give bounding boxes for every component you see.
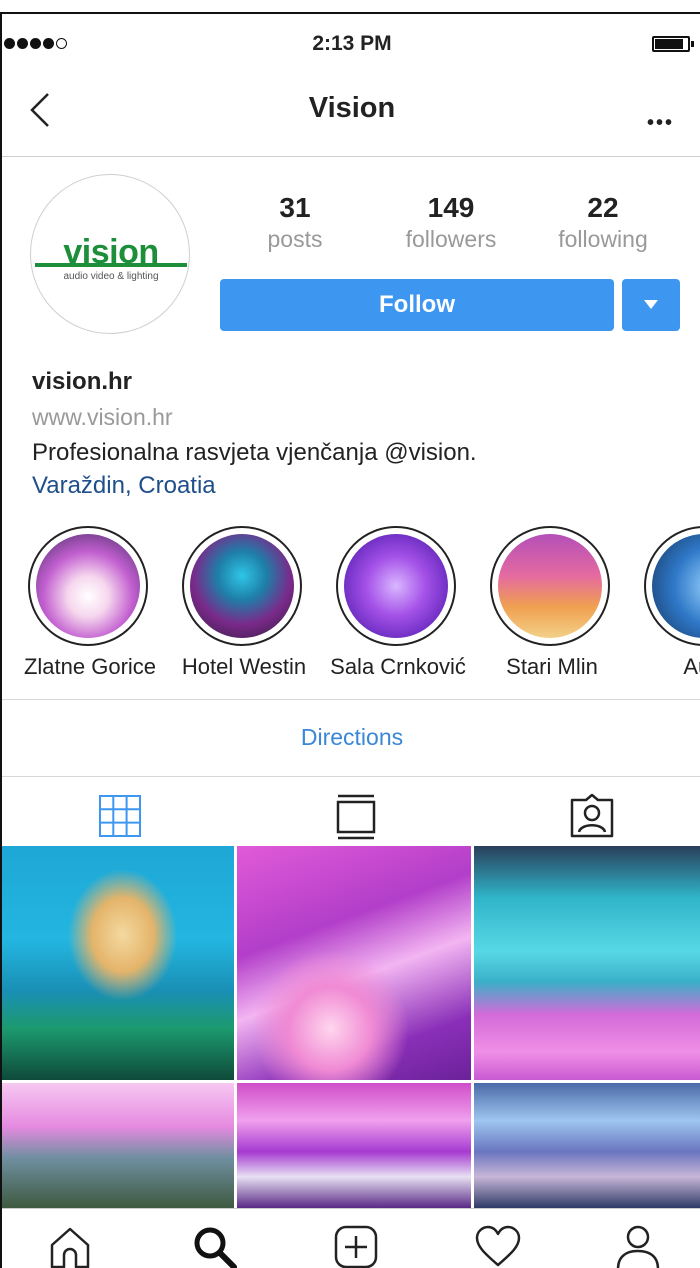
grid-photo[interactable] xyxy=(2,846,234,1080)
nav-bar: Vision ••• xyxy=(2,72,700,157)
add-icon xyxy=(334,1225,378,1268)
grid-photo[interactable] xyxy=(237,1083,471,1208)
stat-following[interactable]: 22 following xyxy=(528,192,678,253)
highlight-ring xyxy=(490,526,610,646)
stat-following-label: following xyxy=(558,226,648,252)
nav-search[interactable] xyxy=(190,1223,238,1268)
profile-location[interactable]: Varaždin, Croatia xyxy=(32,472,216,500)
highlight-thumbnail xyxy=(344,534,448,638)
phone-screen: 2:13 PM Vision ••• vision audio video & … xyxy=(0,12,700,1268)
grid-photo[interactable] xyxy=(474,1083,700,1208)
list-icon xyxy=(336,794,376,840)
highlight-thumbnail xyxy=(652,534,700,638)
highlight-ring xyxy=(336,526,456,646)
status-time: 2:13 PM xyxy=(312,32,392,55)
photo-grid xyxy=(2,846,700,1208)
stat-following-value: 22 xyxy=(587,192,619,223)
nav-home[interactable] xyxy=(46,1223,94,1268)
follow-button[interactable]: Follow xyxy=(220,279,614,331)
grid-icon xyxy=(99,795,141,837)
more-options-button[interactable]: ••• xyxy=(647,112,674,135)
story-highlights: Zlatne Gorice Hotel Westin Sala Crnković… xyxy=(2,526,700,691)
stat-followers-value: 149 xyxy=(427,192,475,223)
nav-activity[interactable] xyxy=(474,1223,522,1268)
profile-website[interactable]: www.vision.hr xyxy=(32,404,173,431)
grid-photo[interactable] xyxy=(2,1083,234,1208)
highlight-ring xyxy=(28,526,148,646)
stat-posts-label: posts xyxy=(267,226,323,252)
page-title: Vision xyxy=(308,92,396,124)
highlight-thumbnail xyxy=(36,534,140,638)
directions-link[interactable]: Directions xyxy=(2,724,700,751)
logo-tagline: audio video & lighting xyxy=(63,271,159,282)
grid-photo[interactable] xyxy=(474,846,700,1080)
profile-bio: Profesionalna rasvjeta vjenčanja @vision… xyxy=(32,439,477,466)
highlight-thumbnail xyxy=(190,534,294,638)
highlight-label: Auto xyxy=(683,654,700,679)
tagged-icon xyxy=(570,793,614,838)
bottom-nav xyxy=(2,1208,700,1268)
stat-followers-label: followers xyxy=(405,226,497,252)
logo-underline xyxy=(35,263,187,267)
stat-posts[interactable]: 31 posts xyxy=(220,192,370,253)
search-icon xyxy=(194,1227,237,1268)
tab-grid[interactable] xyxy=(96,792,144,840)
tab-list[interactable] xyxy=(332,792,380,840)
highlight-ring xyxy=(644,526,700,646)
caret-down-icon xyxy=(644,300,658,309)
highlight-ring xyxy=(182,526,302,646)
battery-icon xyxy=(652,36,694,52)
nav-add-post[interactable] xyxy=(332,1223,380,1268)
home-icon xyxy=(50,1227,90,1268)
highlight-thumbnail xyxy=(498,534,602,638)
avatar[interactable]: vision audio video & lighting xyxy=(30,174,190,334)
stat-followers[interactable]: 149 followers xyxy=(376,192,526,253)
status-bar: 2:13 PM xyxy=(2,14,700,72)
profile-username: vision.hr xyxy=(32,368,133,395)
suggestions-dropdown-button[interactable] xyxy=(622,279,680,331)
heart-icon xyxy=(475,1225,521,1267)
stat-posts-value: 31 xyxy=(279,192,311,223)
nav-profile[interactable] xyxy=(614,1223,662,1268)
profile-icon xyxy=(616,1225,660,1268)
directions-row: Directions xyxy=(2,699,700,777)
tab-tagged[interactable] xyxy=(568,792,616,840)
grid-photo[interactable] xyxy=(237,846,471,1080)
